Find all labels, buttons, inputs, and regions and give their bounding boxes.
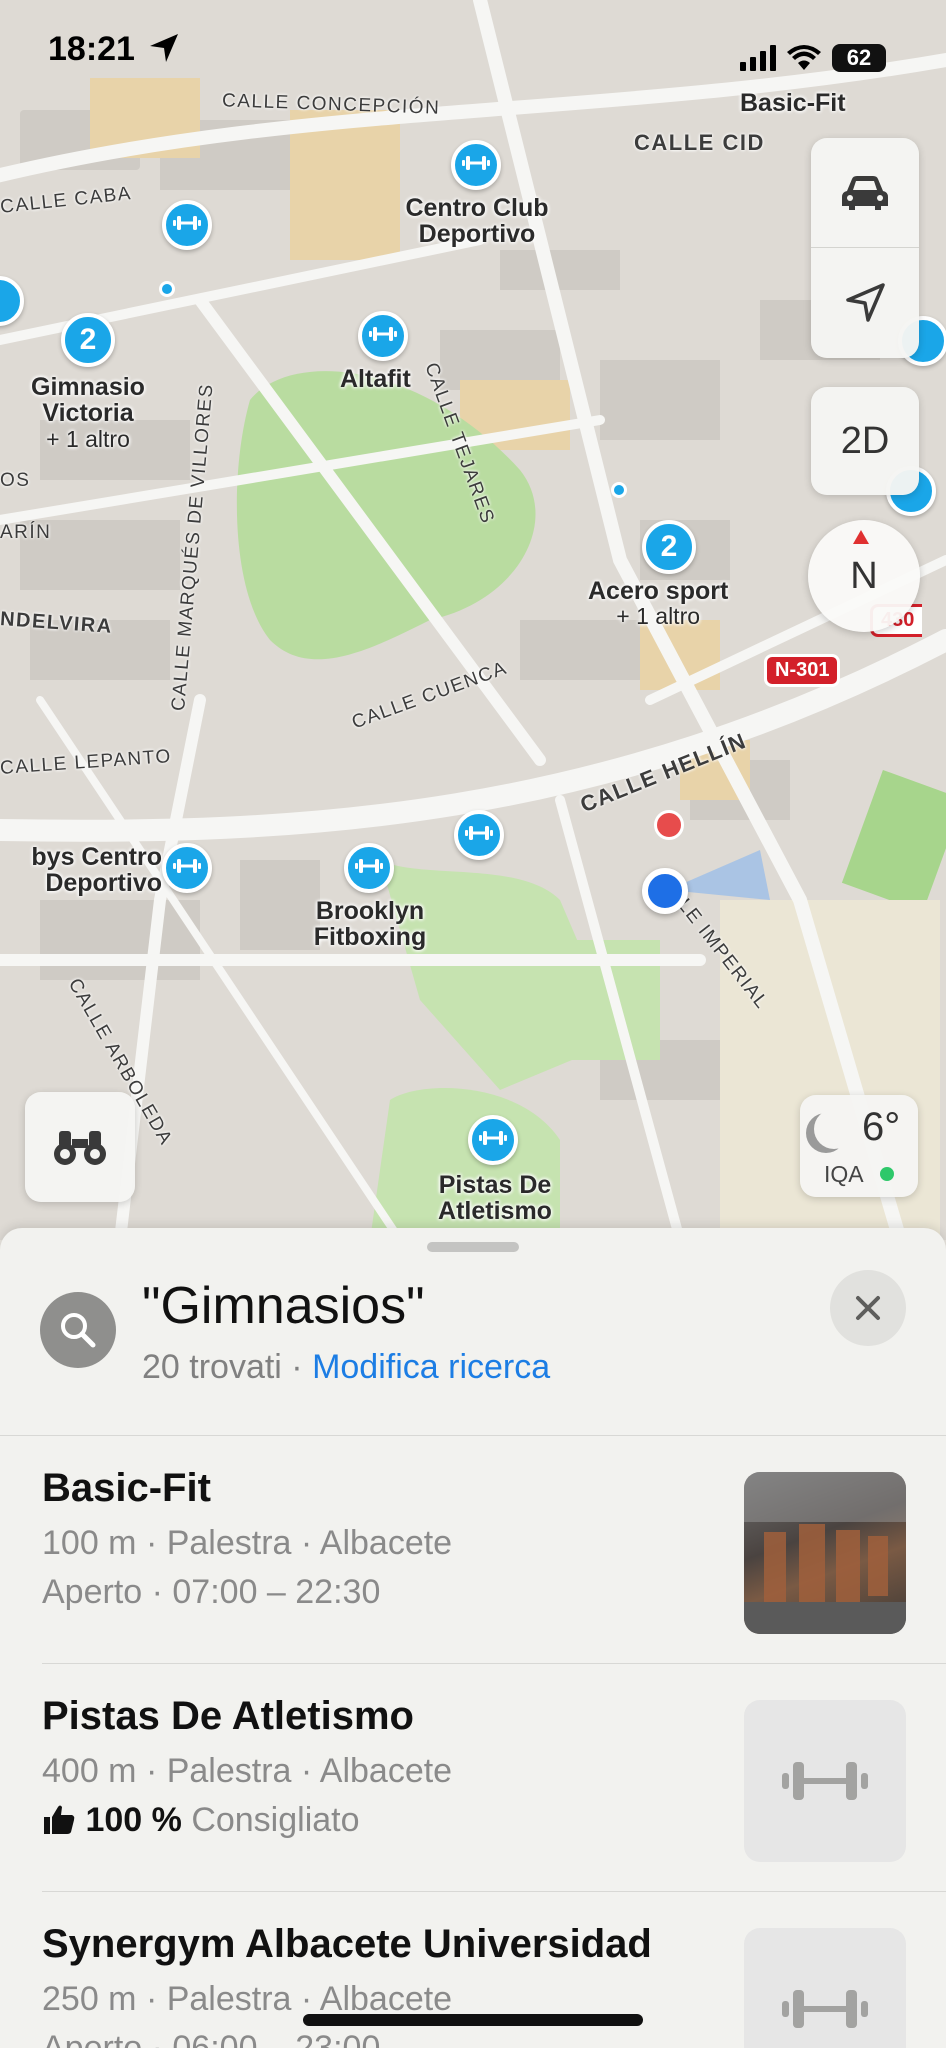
drive-mode-button[interactable]	[811, 138, 919, 248]
location-marker-icon[interactable]	[654, 810, 684, 840]
separator: ·	[281, 1348, 313, 1386]
result-name: Synergym Albacete Universidad	[42, 1922, 652, 1966]
place-label[interactable]: Acero sport + 1 altro	[588, 577, 729, 630]
dumbbell-icon	[173, 858, 201, 879]
map-controls	[811, 138, 919, 358]
wifi-icon	[787, 45, 821, 70]
rating-percent: 100 %	[85, 1801, 182, 1839]
compass-label: N	[850, 554, 878, 597]
result-rating: 100 % Consigliato	[42, 1801, 360, 1840]
place-label[interactable]: bys Centro Deportivo	[0, 844, 162, 897]
place-name: Acero sport	[588, 577, 729, 605]
place-label[interactable]: Brooklyn Fitboxing	[300, 898, 440, 951]
battery-level: 62	[846, 45, 872, 70]
place-sub: + 1 altro	[46, 425, 130, 452]
dumbbell-icon	[479, 1130, 507, 1151]
place-label[interactable]: Centro Club Deportivo	[392, 195, 562, 248]
look-around-button[interactable]	[25, 1092, 135, 1202]
street-label: OS	[0, 470, 31, 491]
compass-needle-icon	[853, 530, 869, 544]
result-name: Pistas De Atletismo	[42, 1694, 414, 1738]
clock: 18:21	[48, 30, 135, 68]
search-icon	[40, 1292, 116, 1368]
poi-dot	[611, 482, 627, 498]
poi-dot	[159, 281, 175, 297]
gym-photo-image	[744, 1472, 906, 1634]
search-meta: 20 trovati · Modifica ricerca	[142, 1348, 550, 1387]
view-mode-button[interactable]: 2D	[811, 387, 919, 495]
map-view[interactable]: CALLE CONCEPCIÓN CALLE CID CALLE CABA CA…	[0, 0, 946, 1240]
location-arrow-icon	[846, 283, 885, 322]
thumbs-up-icon	[44, 1805, 75, 1834]
dumbbell-icon	[173, 215, 201, 236]
cluster-pin[interactable]: 2	[642, 520, 696, 574]
weather-widget[interactable]: 6° IQA	[800, 1095, 918, 1197]
place-label[interactable]: Pistas De Atletismo	[420, 1172, 570, 1225]
home-indicator[interactable]	[303, 2014, 643, 2026]
result-hours: Aperto · 06:00 – 23:00	[42, 2029, 381, 2048]
place-name: Gimnasio Victoria	[31, 373, 145, 428]
result-details: 400 m · Palestra · Albacete	[42, 1752, 453, 1790]
search-query-title: "Gimnasios"	[142, 1277, 425, 1335]
status-icons: 62	[740, 44, 886, 72]
moon-icon	[814, 1109, 854, 1149]
location-services-icon	[150, 34, 179, 62]
street-label: CALLE CID	[634, 130, 765, 155]
aqi-label: IQA	[824, 1161, 864, 1187]
result-thumb[interactable]	[744, 1928, 906, 2048]
edit-search-link[interactable]: Modifica ricerca	[312, 1348, 550, 1386]
result-name: Basic-Fit	[42, 1466, 211, 1510]
car-icon	[842, 175, 888, 210]
gym-pin[interactable]	[162, 843, 212, 893]
route-shield: N-301	[764, 654, 841, 687]
dumbbell-icon	[465, 825, 493, 846]
cellular-signal-icon	[740, 45, 776, 71]
result-hours: Aperto · 07:00 – 22:30	[42, 1573, 381, 1611]
place-sub: + 1 altro	[616, 603, 701, 630]
street-label: ARÍN	[0, 522, 52, 543]
dumbbell-icon	[782, 1990, 868, 2028]
place-label[interactable]: Basic-Fit	[740, 90, 846, 117]
gym-pin[interactable]	[358, 311, 408, 361]
result-row[interactable]: Pistas De Atletismo 400 m · Palestra · A…	[0, 1664, 946, 1892]
results-sheet[interactable]: "Gimnasios" 20 trovati · Modifica ricerc…	[0, 1228, 946, 2048]
user-location-icon	[642, 868, 688, 914]
status-time: 18:21	[48, 30, 180, 90]
dumbbell-icon	[782, 1762, 868, 1800]
results-count: 20 trovati	[142, 1348, 282, 1386]
locate-button[interactable]	[811, 248, 919, 358]
gym-pin[interactable]	[468, 1115, 518, 1165]
result-details: 100 m · Palestra · Albacete	[42, 1524, 453, 1562]
aqi-indicator	[880, 1167, 894, 1181]
dumbbell-icon	[369, 326, 397, 347]
compass-button[interactable]: N	[808, 520, 920, 632]
gym-pin[interactable]	[344, 843, 394, 893]
place-label[interactable]: Altafit	[340, 366, 411, 393]
gym-pin[interactable]	[451, 140, 501, 190]
result-photo[interactable]	[744, 1472, 906, 1634]
battery-icon: 62	[832, 44, 886, 72]
gym-pin[interactable]	[162, 200, 212, 250]
rating-label: Consigliato	[191, 1801, 360, 1839]
result-thumb[interactable]	[744, 1700, 906, 1862]
close-icon	[856, 1296, 880, 1320]
dumbbell-icon	[462, 155, 490, 176]
dumbbell-icon	[355, 858, 383, 879]
temperature: 6°	[862, 1105, 901, 1149]
binoculars-icon	[54, 1131, 106, 1165]
place-label[interactable]: Gimnasio Victoria + 1 altro	[18, 374, 158, 451]
gym-pin[interactable]	[454, 810, 504, 860]
result-row[interactable]: Basic-Fit 100 m · Palestra · Albacete Ap…	[0, 1436, 946, 1664]
sheet-grabber[interactable]	[427, 1242, 519, 1252]
close-button[interactable]	[830, 1270, 906, 1346]
cluster-pin[interactable]: 2	[61, 313, 115, 367]
